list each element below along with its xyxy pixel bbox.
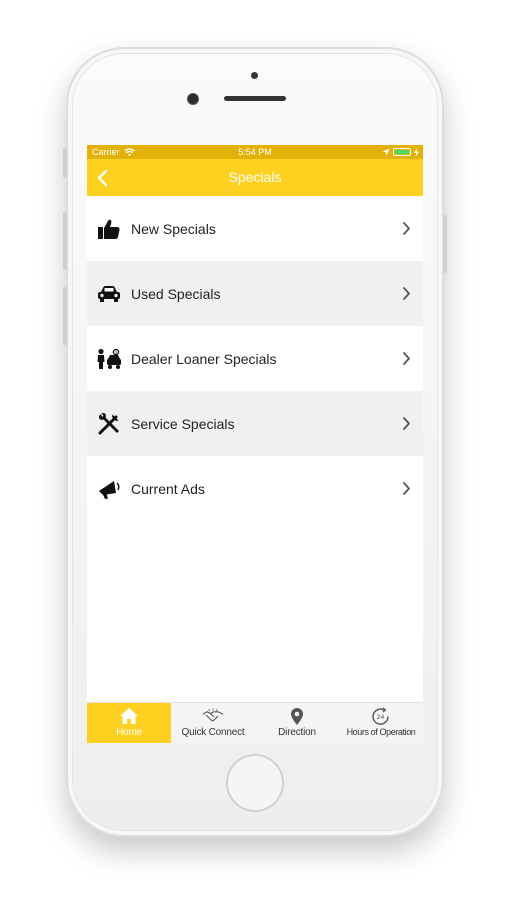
location-pin-icon [286,706,308,726]
chevron-right-icon [403,352,410,365]
volume-up-button [63,212,67,270]
list-item-label: Dealer Loaner Specials [131,350,277,367]
home-icon [118,706,140,726]
specials-list: New Specials Used Specials $ Dealer Loan… [87,196,423,521]
list-item-service-specials[interactable]: Service Specials [87,391,423,456]
svg-text:$: $ [115,349,118,354]
list-item-label: Service Specials [131,415,235,432]
nav-bar: Specials [87,159,423,196]
list-item-dealer-loaner-specials[interactable]: $ Dealer Loaner Specials [87,326,423,391]
status-time: 5:54 PM [238,147,272,157]
list-item-label: Current Ads [131,480,205,497]
volume-down-button [63,287,67,345]
tab-label: Direction [278,727,316,738]
status-bar: Carrier 5:54 PM [87,145,423,159]
tab-hours-of-operation[interactable]: 24 Hours of Operation [339,703,423,743]
earpiece-speaker [224,96,286,101]
battery-icon [393,148,411,156]
chevron-right-icon [403,417,410,430]
charging-bolt-icon [414,147,419,157]
clock-24-icon: 24 [370,706,392,726]
chevron-right-icon [403,287,410,300]
list-item-label: Used Specials [131,285,221,302]
location-arrow-icon [382,148,390,156]
tab-quick-connect[interactable]: Quick Connect [171,703,255,743]
chevron-right-icon [403,482,410,495]
tab-label: Hours of Operation [346,727,416,737]
chevron-right-icon [403,222,410,235]
dealer-loaner-icon: $ [96,346,122,372]
home-button[interactable] [226,754,284,812]
tab-label: Home [116,727,142,738]
wrench-screwdriver-icon [96,411,122,437]
list-item-label: New Specials [131,220,216,237]
front-camera [187,93,199,105]
thumbs-up-icon [96,216,122,242]
svg-text:24: 24 [377,714,385,721]
mute-switch [63,148,67,178]
app-screen: Carrier 5:54 PM Specials New Specials Us… [87,145,423,743]
handshake-icon [202,706,224,726]
list-item-current-ads[interactable]: Current Ads [87,456,423,521]
list-item-used-specials[interactable]: Used Specials [87,261,423,326]
status-right [382,147,419,157]
power-button [443,215,447,273]
tab-label: Quick Connect [181,727,245,738]
tab-bar: Home Quick Connect Direction 24 Hours of… [87,702,423,743]
page-title: Specials [228,169,282,185]
tab-direction[interactable]: Direction [255,703,339,743]
megaphone-icon [96,476,122,502]
list-item-new-specials[interactable]: New Specials [87,196,423,261]
car-icon [96,281,122,307]
tab-home[interactable]: Home [87,703,171,743]
proximity-sensor [251,72,258,79]
